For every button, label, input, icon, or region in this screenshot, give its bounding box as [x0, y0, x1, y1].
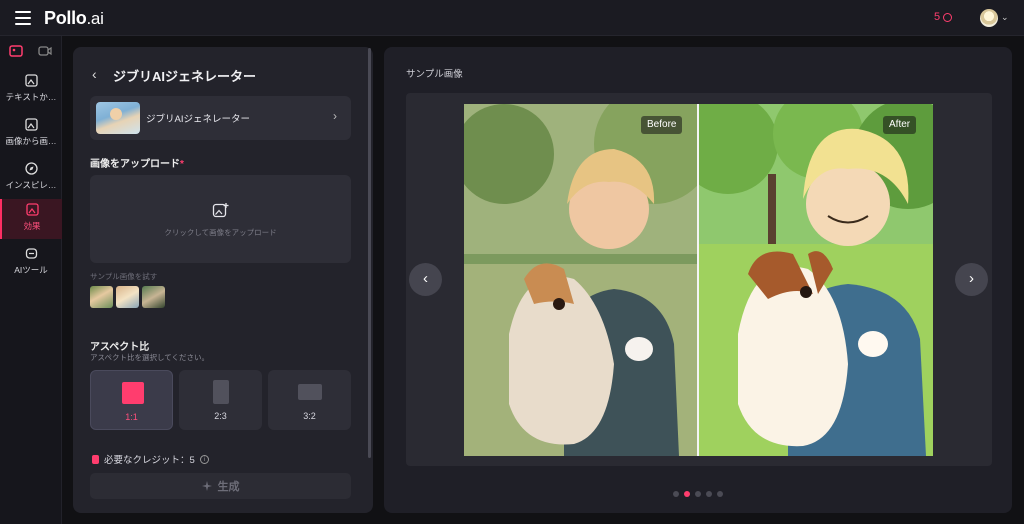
ai-tools-icon [0, 247, 62, 261]
after-tag: After [883, 116, 917, 134]
sidebar-item-effects[interactable]: 効果 [0, 199, 62, 239]
chevron-right-icon: › [333, 109, 337, 123]
logo-main: Pollo [44, 8, 87, 28]
chevron-down-icon[interactable]: ⌄ [1001, 12, 1009, 23]
required-mark: * [180, 159, 184, 170]
sidebar-item-text-to-image[interactable]: テキストか… [0, 70, 62, 110]
carousel-dot[interactable] [695, 491, 701, 497]
credit-balance[interactable]: 5 [934, 11, 953, 23]
ratio-option-1-1[interactable]: 1:1 [90, 370, 173, 430]
info-icon[interactable]: i [199, 454, 209, 464]
landscape-ratio-icon [298, 384, 322, 400]
top-bar: Pollo.ai 5 ⌄ [0, 0, 1024, 36]
sample-image-thumb[interactable] [142, 286, 165, 308]
generate-label: 生成 [217, 481, 240, 493]
after-image [698, 104, 933, 456]
upload-label: 画像をアップロード* [90, 155, 184, 170]
carousel-prev-button[interactable]: ‹ [409, 263, 442, 296]
carousel-dot[interactable] [684, 491, 690, 497]
sample-label: サンプル画像を試す [90, 272, 158, 281]
avatar[interactable] [980, 9, 998, 27]
carousel-dot[interactable] [717, 491, 723, 497]
credit-icon [92, 454, 99, 464]
carousel-dots [673, 491, 723, 497]
aspect-ratio-title: アスペクト比 [90, 342, 150, 353]
sidebar-item-label: 効果 [23, 221, 41, 231]
logo[interactable]: Pollo.ai [44, 8, 104, 29]
sparkle-icon [201, 481, 212, 491]
image-gen-icon [0, 74, 62, 88]
upload-image-icon [212, 202, 229, 224]
portrait-ratio-icon [213, 380, 229, 404]
required-credits: 必要なクレジット：5 i [92, 452, 209, 466]
effects-icon [2, 203, 62, 217]
upload-hint: クリックして画像をアップロード [164, 228, 277, 237]
sidebar-item-inspiration[interactable]: インスピレ… [0, 158, 62, 198]
sidebar-item-label: AIツール [14, 265, 48, 275]
back-button[interactable]: ‹ [92, 66, 97, 82]
video-mode-icon[interactable] [36, 44, 54, 58]
sample-image-thumb[interactable] [116, 286, 139, 308]
ratio-option-3-2[interactable]: 3:2 [268, 370, 351, 430]
before-tag: Before [641, 116, 683, 134]
ratio-label: 3:2 [303, 411, 316, 421]
panel-title: ジブリAIジェネレーター [113, 69, 257, 84]
generate-button[interactable]: 生成 [90, 473, 351, 499]
square-ratio-icon [122, 382, 144, 404]
panel-scrollbar[interactable] [368, 48, 371, 458]
image-to-image-icon [0, 118, 62, 132]
ratio-label: 2:3 [214, 411, 227, 421]
carousel-dot[interactable] [706, 491, 712, 497]
sidebar-item-ai-tools[interactable]: AIツール [0, 243, 62, 283]
ratio-label: 1:1 [125, 412, 138, 422]
upload-dropzone[interactable]: クリックして画像をアップロード [90, 175, 351, 263]
sidebar-item-label: テキストか… [5, 92, 57, 102]
hamburger-menu-icon[interactable] [15, 11, 31, 25]
image-mode-icon[interactable] [7, 44, 25, 58]
sample-image-thumb[interactable] [90, 286, 113, 308]
coin-icon [943, 12, 953, 22]
compass-icon [0, 162, 62, 176]
model-thumbnail [96, 102, 140, 134]
credit-count: 5 [934, 11, 941, 23]
model-selector[interactable]: ジブリAIジェネレーター › [90, 96, 351, 140]
upload-label-text: 画像をアップロード [90, 159, 180, 170]
logo-suffix: .ai [86, 9, 104, 28]
before-image [464, 104, 698, 456]
carousel-dot[interactable] [673, 491, 679, 497]
credit-text: 必要なクレジット：5 [104, 455, 195, 466]
sidebar: テキストか… 画像から画… インスピレ… 効果 AIツール [0, 36, 62, 524]
carousel-next-button[interactable]: › [955, 263, 988, 296]
sidebar-item-label: インスピレ… [5, 180, 57, 190]
before-after-divider[interactable] [697, 104, 699, 456]
ratio-option-2-3[interactable]: 2:3 [179, 370, 262, 430]
aspect-ratio-subtitle: アスペクト比を選択してください。 [90, 353, 210, 362]
sidebar-item-image-to-image[interactable]: 画像から画… [0, 114, 62, 154]
sample-title: サンプル画像 [406, 69, 463, 80]
sidebar-item-label: 画像から画… [5, 136, 57, 146]
model-name: ジブリAIジェネレーター [146, 114, 250, 125]
